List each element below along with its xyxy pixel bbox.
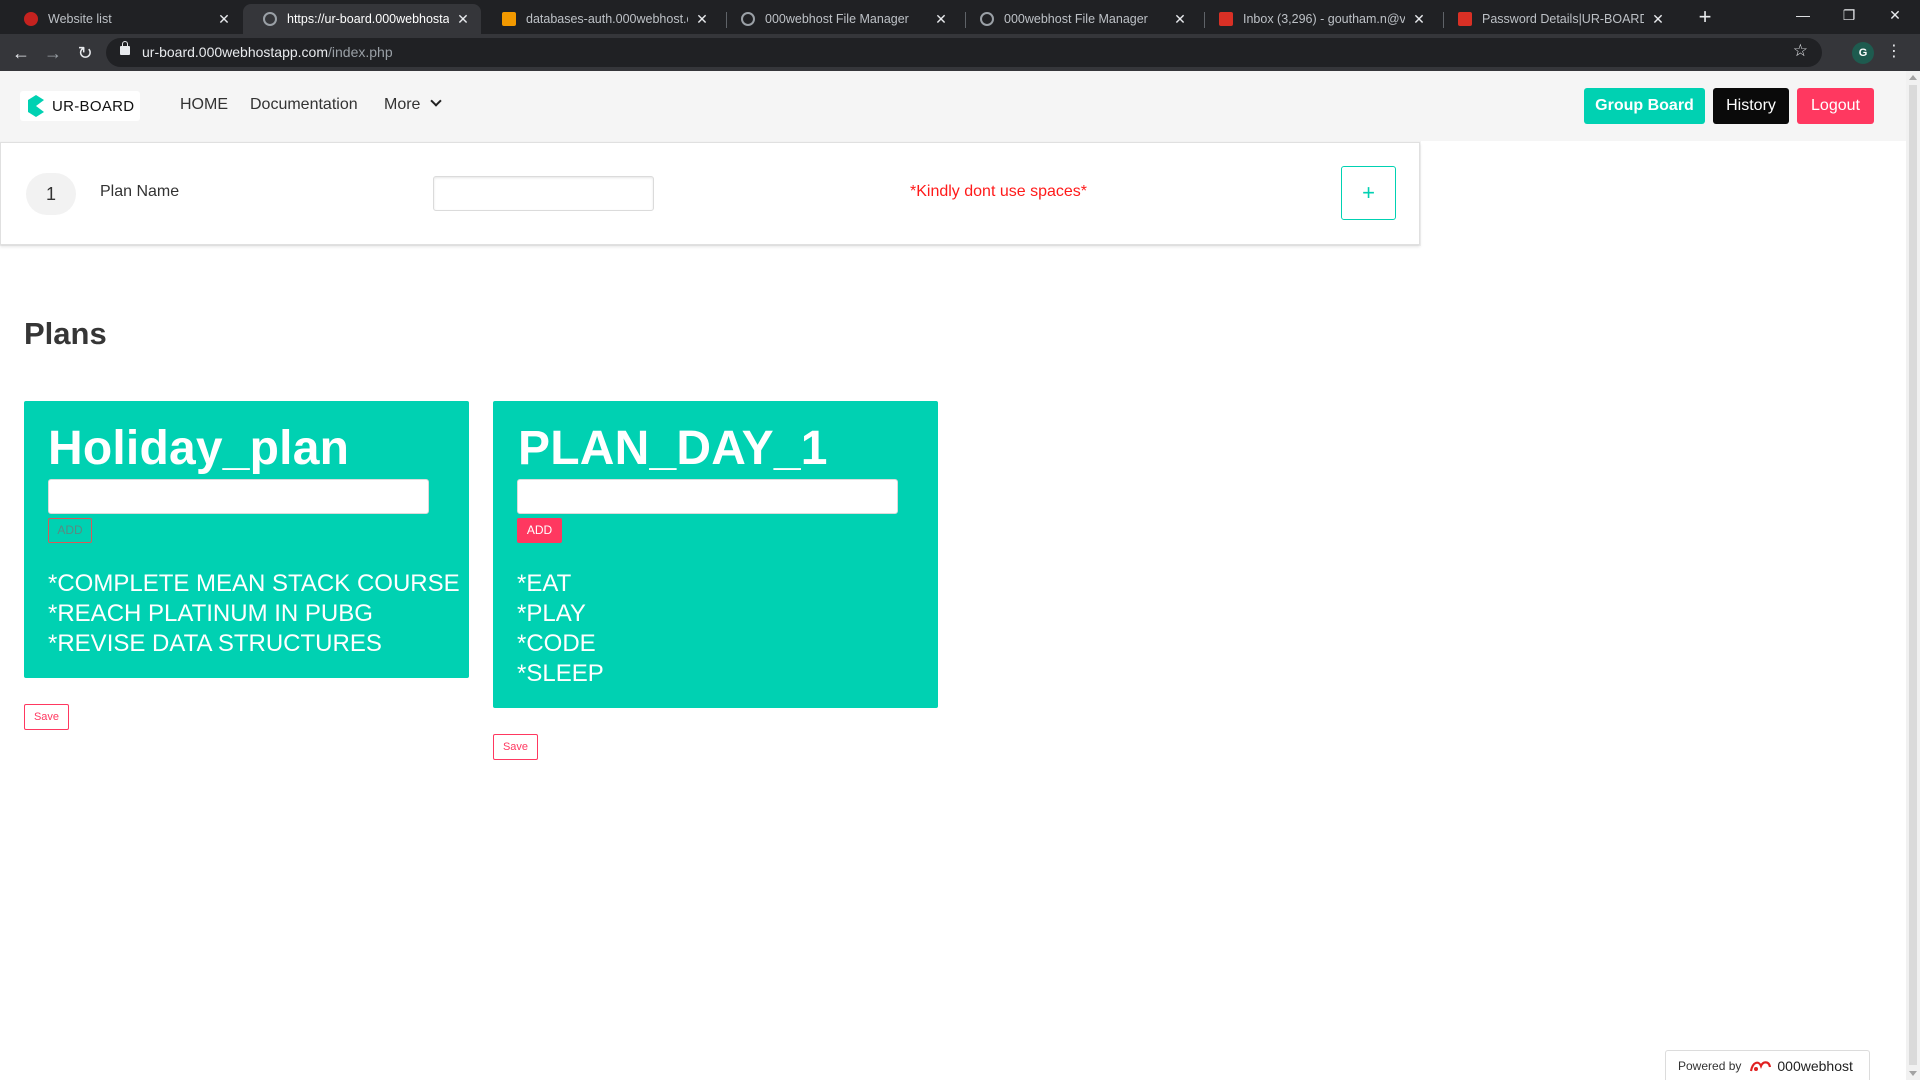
browser-tab-active[interactable]: https://ur-board.000webhostapp.com ✕ xyxy=(243,4,481,34)
logout-button[interactable]: Logout xyxy=(1797,88,1874,124)
scroll-up-arrow-icon[interactable] xyxy=(1909,75,1917,80)
plan-item-input[interactable] xyxy=(517,479,898,514)
globe-favicon-icon xyxy=(741,12,755,26)
brand-logo-link[interactable]: UR-BOARD xyxy=(20,91,140,121)
profile-avatar[interactable]: G xyxy=(1852,42,1874,64)
url-host: ur-board.000webhostapp.com xyxy=(142,44,329,60)
restore-window-button[interactable]: ❐ xyxy=(1826,0,1872,30)
browser-tab[interactable]: Password Details|UR-BOARD - goutham ✕ xyxy=(1438,4,1676,34)
plan-item: *CODE xyxy=(517,630,596,657)
browser-tab[interactable]: Website list ✕ xyxy=(4,4,242,34)
browser-tab[interactable]: databases-auth.000webhost.com ✕ xyxy=(482,4,720,34)
plan-item: *REACH PLATINUM IN PUBG xyxy=(48,600,373,627)
plan-card: PLAN_DAY_1 ADD *EAT *PLAY *CODE *SLEEP xyxy=(493,401,938,708)
forward-arrow-icon[interactable]: → xyxy=(40,40,66,66)
group-board-button[interactable]: Group Board xyxy=(1584,88,1705,124)
history-button[interactable]: History xyxy=(1713,88,1789,124)
scrollbar-thumb[interactable] xyxy=(1909,85,1917,1065)
plan-item: *REVISE DATA STRUCTURES xyxy=(48,630,382,657)
tab-close-icon[interactable]: ✕ xyxy=(1172,11,1188,28)
close-window-button[interactable]: ✕ xyxy=(1872,0,1918,30)
scroll-down-arrow-icon[interactable] xyxy=(1909,1071,1917,1076)
bookmark-star-icon[interactable]: ☆ xyxy=(1793,41,1808,61)
save-plan-button[interactable]: Save xyxy=(24,704,69,730)
add-item-button[interactable]: ADD xyxy=(517,518,562,543)
plan-item-input[interactable] xyxy=(48,479,429,514)
plan-item: *EAT xyxy=(517,570,572,597)
nav-home-link[interactable]: HOME xyxy=(180,96,228,114)
nav-more-dropdown[interactable]: More xyxy=(384,95,443,114)
tab-title: 000webhost File Manager xyxy=(765,12,909,26)
plan-name-label: Plan Name xyxy=(100,183,180,200)
plan-item: *COMPLETE MEAN STACK COURSE xyxy=(48,570,460,597)
add-item-button[interactable]: ADD xyxy=(48,518,92,543)
plan-title: Holiday_plan xyxy=(48,422,350,475)
tab-title: https://ur-board.000webhostapp.com xyxy=(287,12,449,26)
nav-more-label: More xyxy=(384,96,421,113)
plan-item-list: *COMPLETE MEAN STACK COURSE *REACH PLATI… xyxy=(48,569,460,659)
gmail-favicon-icon xyxy=(1219,12,1233,26)
globe-favicon-icon xyxy=(980,12,994,26)
000webhost-favicon-icon xyxy=(502,12,516,26)
page-scrollbar[interactable] xyxy=(1906,71,1920,1080)
tab-close-icon[interactable]: ✕ xyxy=(216,11,232,28)
browser-menu-icon[interactable]: ⋮ xyxy=(1886,41,1902,61)
plan-item: *PLAY xyxy=(517,600,586,627)
url-path: /index.php xyxy=(328,44,393,60)
step-number-badge: 1 xyxy=(26,173,76,215)
plan-item: *SLEEP xyxy=(517,660,604,687)
tab-close-icon[interactable]: ✕ xyxy=(1411,11,1427,28)
back-arrow-icon[interactable]: ← xyxy=(8,40,34,66)
powered-by-label: Powered by xyxy=(1678,1058,1742,1073)
powered-by-brand: 000webhost xyxy=(1777,1057,1853,1074)
brand-logo-icon xyxy=(28,95,44,117)
nav-documentation-link[interactable]: Documentation xyxy=(250,96,358,114)
lock-icon[interactable] xyxy=(120,41,130,55)
plan-name-form: 1 Plan Name *Kindly dont use spaces* + xyxy=(0,142,1420,245)
tab-title: Inbox (3,296) - goutham.n@vitap xyxy=(1243,12,1405,26)
address-bar[interactable]: ur-board.000webhostapp.com/index.php ☆ xyxy=(106,38,1822,67)
tab-close-icon[interactable]: ✕ xyxy=(1650,11,1666,28)
tab-close-icon[interactable]: ✕ xyxy=(933,11,949,28)
000webhost-logo-icon xyxy=(1750,1060,1772,1071)
new-tab-button[interactable]: + xyxy=(1693,6,1717,30)
tab-close-icon[interactable]: ✕ xyxy=(455,11,471,28)
powered-by-badge[interactable]: Powered by 000webhost xyxy=(1665,1050,1870,1080)
no-spaces-warning: *Kindly dont use spaces* xyxy=(910,183,1087,200)
browser-toolbar: ← → ↻ ur-board.000webhostapp.com/index.p… xyxy=(0,34,1920,71)
tab-title: 000webhost File Manager xyxy=(1004,12,1148,26)
tab-title: Password Details|UR-BOARD - goutham xyxy=(1482,12,1644,26)
browser-tab[interactable]: Inbox (3,296) - goutham.n@vitap ✕ xyxy=(1199,4,1437,34)
plan-item-list: *EAT *PLAY *CODE *SLEEP xyxy=(517,569,604,689)
tab-title: databases-auth.000webhost.com xyxy=(526,12,688,26)
plan-title: PLAN_DAY_1 xyxy=(518,422,828,475)
url-text[interactable]: ur-board.000webhostapp.com/index.php xyxy=(142,44,393,60)
plan-card: Holiday_plan ADD *COMPLETE MEAN STACK CO… xyxy=(24,401,469,678)
tab-title: Website list xyxy=(48,12,112,26)
browser-tab-strip: Website list ✕ https://ur-board.000webho… xyxy=(0,0,1920,34)
gmail-favicon-icon xyxy=(1458,12,1472,26)
plan-name-input[interactable] xyxy=(433,176,654,211)
globe-favicon-icon xyxy=(263,12,277,26)
reload-icon[interactable]: ↻ xyxy=(72,40,98,66)
add-plan-button[interactable]: + xyxy=(1341,166,1396,220)
plans-heading: Plans xyxy=(24,316,107,351)
website-list-favicon-icon xyxy=(24,12,38,26)
browser-tab[interactable]: 000webhost File Manager ✕ xyxy=(721,4,959,34)
save-plan-button[interactable]: Save xyxy=(493,734,538,760)
brand-name: UR-BOARD xyxy=(52,97,135,115)
site-navbar: UR-BOARD HOME Documentation More Group B… xyxy=(0,71,1906,141)
page-viewport: UR-BOARD HOME Documentation More Group B… xyxy=(0,71,1920,1080)
tab-close-icon[interactable]: ✕ xyxy=(694,11,710,28)
browser-tab[interactable]: 000webhost File Manager ✕ xyxy=(960,4,1198,34)
minimize-window-button[interactable]: — xyxy=(1780,0,1826,30)
chevron-down-icon xyxy=(430,95,443,107)
